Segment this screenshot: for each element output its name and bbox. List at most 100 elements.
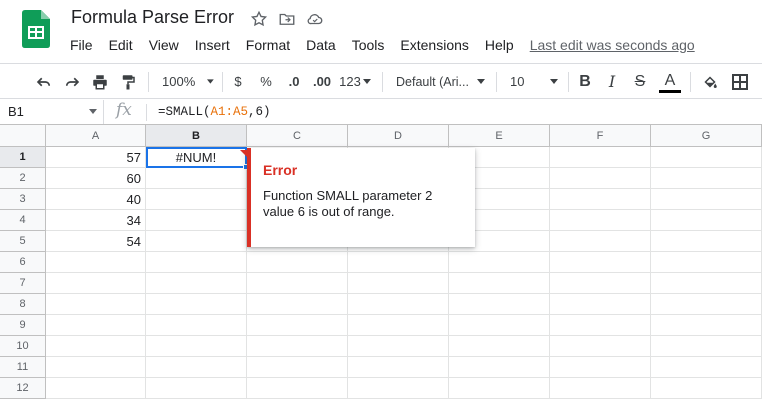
grid-cell[interactable] [550,336,651,357]
undo-icon[interactable] [32,64,56,99]
grid-cell[interactable] [550,357,651,378]
row-header-5[interactable]: 6 [0,252,46,273]
grid-cell[interactable] [550,147,651,168]
grid-cell[interactable] [46,336,146,357]
row-header-1[interactable]: 2 [0,168,46,189]
grid-cell[interactable] [550,315,651,336]
grid-cell[interactable] [247,315,348,336]
chevron-down-icon[interactable] [89,109,97,114]
select-all-corner[interactable] [0,125,46,147]
increase-decimal-button[interactable]: .00 [308,64,336,99]
grid-cell[interactable] [348,315,449,336]
grid-cell[interactable] [550,189,651,210]
grid-cell[interactable] [247,378,348,399]
grid-cell[interactable] [651,147,762,168]
grid-cell[interactable] [449,294,550,315]
grid-cell[interactable] [651,273,762,294]
grid-cell[interactable]: 54 [46,231,146,252]
row-header-9[interactable]: 10 [0,336,46,357]
grid-cell[interactable] [449,315,550,336]
grid-cell[interactable] [550,273,651,294]
error-flag-icon[interactable] [240,150,247,157]
grid-cell[interactable] [449,357,550,378]
grid-cell[interactable]: 60 [46,168,146,189]
grid-cell[interactable] [46,294,146,315]
grid-cell[interactable] [247,294,348,315]
grid-cell[interactable] [146,294,247,315]
row-header-4[interactable]: 5 [0,231,46,252]
grid-cell[interactable] [651,336,762,357]
row-header-10[interactable]: 11 [0,357,46,378]
grid-cell[interactable] [449,273,550,294]
grid-cell[interactable] [651,168,762,189]
cloud-status-icon[interactable] [304,8,326,30]
grid-cell[interactable] [146,210,247,231]
row-header-6[interactable]: 7 [0,273,46,294]
zoom-select[interactable]: 100% [156,64,214,99]
currency-format-button[interactable]: $ [228,64,248,99]
grid-cell[interactable] [449,336,550,357]
grid-cell[interactable] [449,252,550,273]
grid-cell[interactable] [449,378,550,399]
grid-cell[interactable]: 40 [46,189,146,210]
percent-format-button[interactable]: % [256,64,276,99]
grid-cell[interactable] [146,315,247,336]
menu-data[interactable]: Data [298,35,344,55]
grid-cell[interactable]: 57 [46,147,146,168]
grid-cell[interactable] [348,252,449,273]
grid-cell[interactable] [651,357,762,378]
row-header-0[interactable]: 1 [0,147,46,168]
grid-cell[interactable] [46,315,146,336]
grid-cell[interactable] [146,273,247,294]
grid-cell[interactable] [550,168,651,189]
grid-cell[interactable] [651,210,762,231]
grid-cell[interactable] [651,378,762,399]
italic-button[interactable]: I [602,64,622,99]
last-edit-link[interactable]: Last edit was seconds ago [530,37,695,53]
grid-cell[interactable] [146,378,247,399]
grid-cell[interactable] [247,273,348,294]
menu-tools[interactable]: Tools [344,35,393,55]
borders-icon[interactable] [728,64,752,99]
column-header-2[interactable]: C [247,125,348,147]
grid-cell[interactable] [651,189,762,210]
menu-extensions[interactable]: Extensions [392,35,476,55]
paint-format-icon[interactable] [116,64,140,99]
column-header-4[interactable]: E [449,125,550,147]
grid-cell[interactable] [146,168,247,189]
grid-cell[interactable] [247,336,348,357]
grid-cell[interactable] [651,231,762,252]
grid-cell[interactable] [348,273,449,294]
menu-format[interactable]: Format [238,35,298,55]
move-folder-icon[interactable] [276,8,298,30]
selected-cell-b1[interactable]: #NUM! [146,147,247,168]
formula-input[interactable]: =SMALL(A1:A5,6) [158,105,271,119]
row-header-2[interactable]: 3 [0,189,46,210]
document-title[interactable]: Formula Parse Error [71,7,234,28]
grid-cell[interactable] [247,252,348,273]
menu-file[interactable]: File [62,35,101,55]
grid-cell[interactable] [247,357,348,378]
grid-cell[interactable] [46,378,146,399]
row-header-8[interactable]: 9 [0,315,46,336]
menu-insert[interactable]: Insert [187,35,238,55]
grid-cell[interactable] [651,315,762,336]
bold-button[interactable]: B [575,64,595,99]
column-header-0[interactable]: A [46,125,146,147]
redo-icon[interactable] [60,64,84,99]
grid-cell[interactable] [550,378,651,399]
grid-cell[interactable] [550,210,651,231]
row-header-11[interactable]: 12 [0,378,46,399]
grid-cell[interactable] [146,231,247,252]
row-header-7[interactable]: 8 [0,294,46,315]
column-header-5[interactable]: F [550,125,651,147]
grid-cell[interactable] [146,336,247,357]
menu-edit[interactable]: Edit [101,35,141,55]
star-icon[interactable] [248,8,270,30]
grid-cell[interactable]: 34 [46,210,146,231]
grid-cell[interactable] [46,357,146,378]
print-icon[interactable] [88,64,112,99]
font-size-select[interactable]: 10 [502,64,562,99]
grid-cell[interactable] [550,231,651,252]
column-header-3[interactable]: D [348,125,449,147]
